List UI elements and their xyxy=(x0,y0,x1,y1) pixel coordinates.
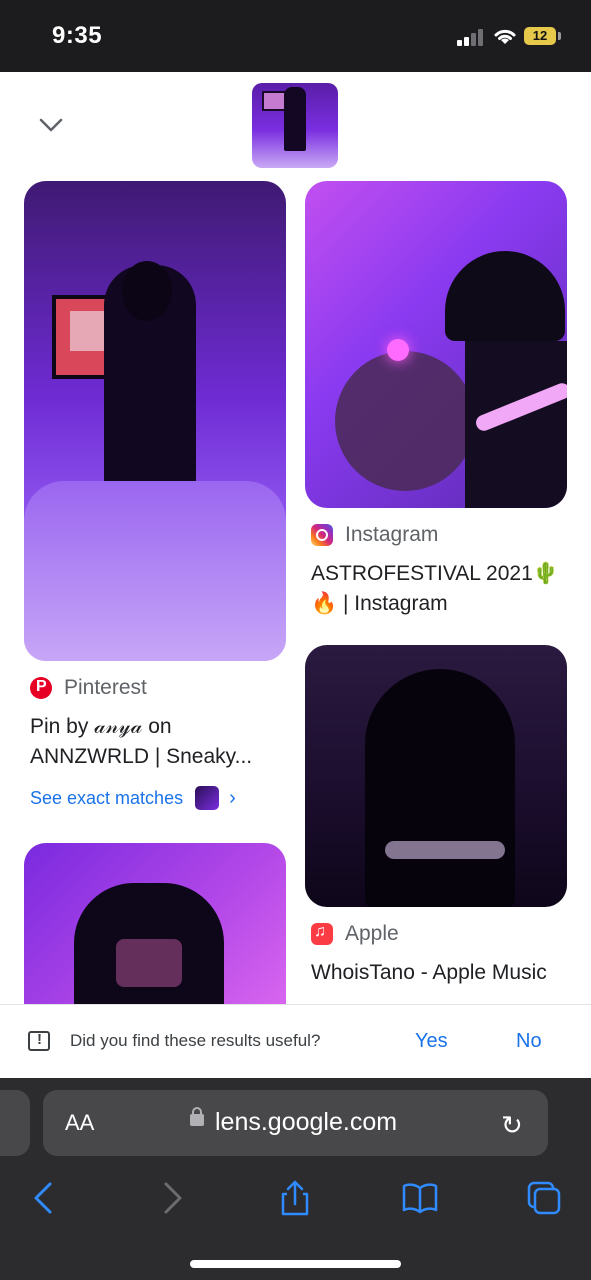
result-source-instagram[interactable]: Instagram xyxy=(311,523,438,547)
forward-icon[interactable] xyxy=(152,1178,192,1218)
result-image-pinterest[interactable] xyxy=(24,181,286,661)
result-title-pinterest[interactable]: Pin by 𝒶𝓃𝓎𝒶 on ANNZWRLD | Sneaky... xyxy=(30,712,280,772)
result-title-instagram[interactable]: ASTROFESTIVAL 2021🌵🔥 | Instagram xyxy=(311,559,566,619)
shirt-print xyxy=(116,939,182,987)
bookmarks-icon[interactable] xyxy=(400,1178,440,1218)
status-bar: 9:35 12 xyxy=(0,0,591,72)
battery-icon: 12 xyxy=(524,27,556,45)
glow-light xyxy=(387,339,409,361)
url-text[interactable]: lens.google.com xyxy=(215,1108,397,1137)
safari-bottom-bar: AA lens.google.com ↻ xyxy=(0,1078,591,1280)
match-thumbnail xyxy=(195,786,220,810)
result-image-apple[interactable] xyxy=(305,645,567,907)
previous-tab-preview[interactable] xyxy=(0,1090,30,1156)
see-exact-label: See exact matches xyxy=(30,787,184,808)
feedback-yes-button[interactable]: Yes xyxy=(415,1030,448,1053)
thumbnail-person xyxy=(284,87,306,151)
source-label: Apple xyxy=(345,922,399,945)
chevron-right-icon: › xyxy=(229,786,236,809)
home-indicator xyxy=(190,1260,401,1268)
result-title-apple[interactable]: WhoisTano - Apple Music xyxy=(311,958,566,1004)
source-label: Pinterest xyxy=(64,676,147,699)
status-time: 9:35 xyxy=(52,22,103,49)
reader-settings-button[interactable]: AA xyxy=(65,1110,94,1136)
hood-shape xyxy=(365,669,515,907)
back-icon[interactable] xyxy=(24,1178,64,1218)
share-icon[interactable] xyxy=(275,1178,315,1218)
head-shape xyxy=(122,261,172,321)
lock-icon xyxy=(190,1107,204,1126)
result-source-apple[interactable]: Apple xyxy=(311,922,399,946)
bed-shape xyxy=(24,481,286,661)
feedback-no-button[interactable]: No xyxy=(516,1030,542,1053)
safari-toolbar xyxy=(0,1178,591,1218)
feedback-question: Did you find these results useful? xyxy=(70,1031,321,1050)
address-bar[interactable]: AA lens.google.com ↻ xyxy=(43,1090,548,1156)
battery-tip xyxy=(558,32,561,40)
tabs-icon[interactable] xyxy=(524,1178,564,1218)
cap-shape xyxy=(445,251,565,341)
chain-shape xyxy=(385,841,505,859)
source-label: Instagram xyxy=(345,523,439,546)
cellular-signal-icon xyxy=(457,28,485,46)
see-exact-matches-link[interactable]: See exact matches › xyxy=(30,786,236,810)
chevron-down-icon[interactable] xyxy=(38,115,64,135)
pinterest-icon xyxy=(30,677,52,699)
result-image-instagram[interactable] xyxy=(305,181,567,508)
query-image-thumbnail[interactable] xyxy=(252,83,338,168)
hand-shape xyxy=(335,351,475,491)
feedback-bar: Did you find these results useful? Yes N… xyxy=(0,1004,591,1079)
apple-music-icon xyxy=(311,923,333,945)
result-source-pinterest[interactable]: Pinterest xyxy=(30,676,147,700)
wifi-icon xyxy=(494,29,516,44)
instagram-icon xyxy=(311,524,333,546)
reload-icon[interactable]: ↻ xyxy=(501,1110,523,1141)
feedback-icon xyxy=(28,1031,50,1051)
